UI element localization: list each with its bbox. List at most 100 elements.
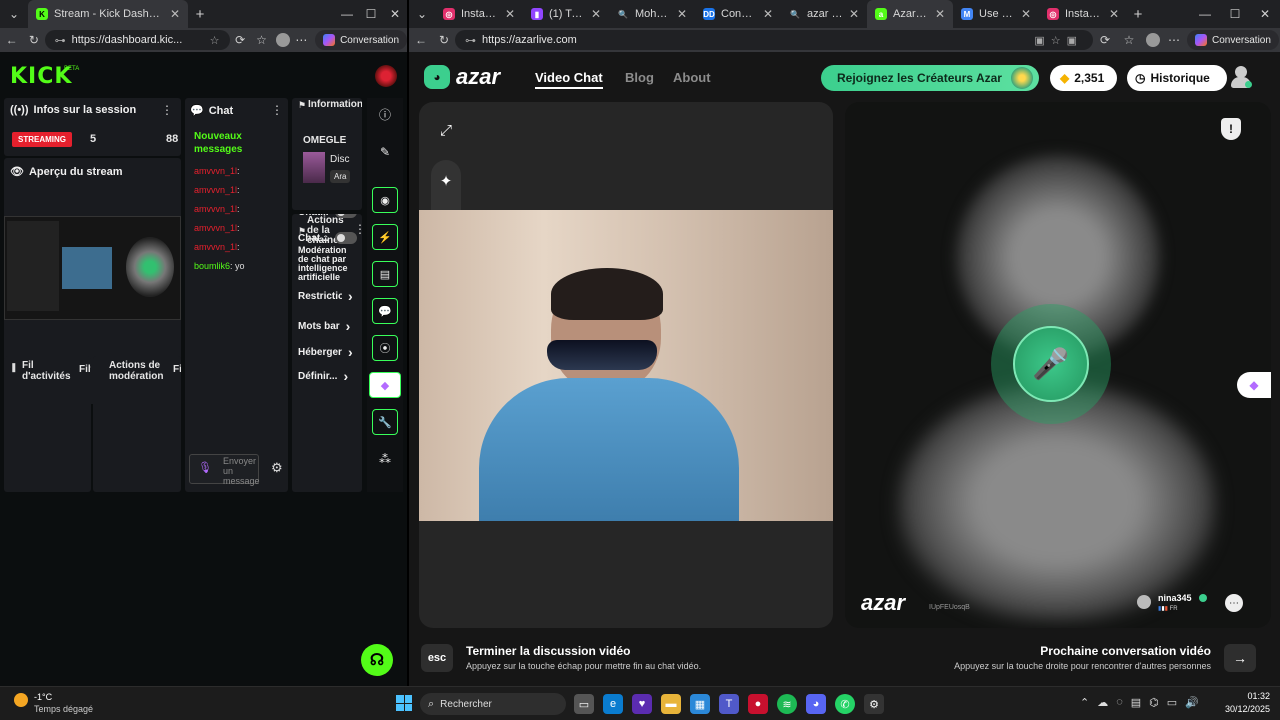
maximize-icon[interactable]: ☐ <box>359 7 383 21</box>
chat-username[interactable]: amvvvn_1l <box>194 242 237 252</box>
windows-start-icon[interactable] <box>396 695 412 711</box>
taskbar-search[interactable]: ⌕ Rechercher <box>420 693 566 715</box>
recorder-icon[interactable]: ● <box>748 694 768 714</box>
sparkle-effects-icon[interactable]: ✦ <box>431 166 461 196</box>
chat-username[interactable]: amvvvn_1l <box>194 223 237 233</box>
azar-brand[interactable]: azar <box>456 64 500 90</box>
store-icon[interactable]: ▦ <box>690 694 710 714</box>
tray-network-icon[interactable]: ⌬ <box>1149 696 1159 709</box>
teams-icon[interactable]: T <box>719 694 739 714</box>
settings-app-icon[interactable]: ⚙ <box>864 694 884 714</box>
chat-username[interactable]: amvvvn_1l <box>194 185 237 195</box>
user-avatar[interactable] <box>375 65 397 87</box>
address-actions-icon[interactable]: ▣☆▣ <box>1034 34 1083 47</box>
tray-volume-icon[interactable]: 🔊 <box>1185 696 1199 709</box>
gems-button[interactable]: ◆ 2,351 <box>1050 65 1117 91</box>
toggle-switch[interactable] <box>334 214 357 218</box>
account-avatar[interactable] <box>1230 66 1252 90</box>
nav-blog[interactable]: Blog <box>625 70 654 85</box>
right-minimize-icon[interactable]: — <box>1190 7 1220 21</box>
close-tab-icon[interactable]: ✕ <box>849 7 859 21</box>
azar-extension-icon[interactable]: ◆ <box>369 372 401 398</box>
edge-icon[interactable]: e <box>603 694 623 714</box>
conversation-button[interactable]: Conversation <box>315 30 407 50</box>
task-view-icon[interactable]: ▭ <box>574 694 594 714</box>
tab-8[interactable]: ◎ Instagram ✕ <box>1039 0 1127 28</box>
right-tab-list-icon[interactable]: ⌄ <box>409 7 435 21</box>
close-tab-icon[interactable]: ✕ <box>1109 7 1119 21</box>
broadcast-rail-icon[interactable]: ⦿ <box>372 335 398 361</box>
expand-icon[interactable]: ⤢ <box>431 115 461 145</box>
right-conversation-button[interactable]: Conversation <box>1187 30 1279 50</box>
right-back-icon[interactable]: ← <box>409 33 433 47</box>
document-icon[interactable]: ▤ <box>372 261 398 287</box>
channel-action-item[interactable]: Restrictio › <box>298 288 353 304</box>
chat-message-icon[interactable]: ⋯ <box>1225 594 1243 612</box>
purple-app-icon[interactable]: ♥ <box>632 694 652 714</box>
tab-7[interactable]: M Use OTP To P ✕ <box>953 0 1039 28</box>
support-button[interactable]: ☊ <box>361 644 393 676</box>
edit-pencil-icon[interactable]: ✎ <box>372 139 398 165</box>
weather-description[interactable]: Temps dégagé <box>34 704 93 714</box>
tray-app-icon[interactable]: ▤ <box>1131 696 1141 709</box>
new-messages-label[interactable]: Nouveaux messages <box>194 130 264 156</box>
chat-input[interactable]: 🎙 Envoyer un message <box>189 454 260 486</box>
weather-temp[interactable]: -1°C <box>34 692 52 702</box>
nav-video-chat[interactable]: Video Chat <box>535 70 603 89</box>
minimize-icon[interactable]: — <box>335 7 359 21</box>
right-profile-avatar[interactable] <box>1141 33 1165 47</box>
favorite-star-icon[interactable]: ☆ <box>210 34 220 47</box>
address-bar[interactable]: ⊶ https://dashboard.kic... ☆ <box>44 30 230 50</box>
file-explorer-icon[interactable]: ▬ <box>661 694 681 714</box>
tab-5[interactable]: 🔍 azar - Recher ✕ <box>781 0 867 28</box>
channel-action-item[interactable]: Chat... <box>298 232 357 244</box>
discord-icon[interactable]: ◕ <box>806 694 826 714</box>
channel-action-item[interactable]: Chat... <box>298 214 357 218</box>
right-site-info-icon[interactable]: ⊶ <box>465 34 476 47</box>
right-new-tab-icon[interactable]: + <box>1127 6 1149 23</box>
side-extension-tab-icon[interactable]: ◆ <box>1237 372 1271 398</box>
tab-2[interactable]: ▮ (1) Twitch ✕ <box>523 0 609 28</box>
clock-time[interactable]: 01:32 <box>1214 691 1270 701</box>
tray-cloud-icon[interactable]: ☁ <box>1097 696 1108 709</box>
channel-action-item[interactable]: Héberger une › <box>298 344 353 360</box>
tab-3[interactable]: 🔍 Mohamed Ra ✕ <box>609 0 695 28</box>
profile-avatar[interactable] <box>272 33 293 47</box>
favorites-icon[interactable]: ☆ <box>251 33 272 47</box>
stream-preview-thumbnail[interactable] <box>4 216 181 320</box>
close-tab-icon[interactable]: ✕ <box>677 7 687 21</box>
close-tab-icon[interactable]: ✕ <box>763 7 773 21</box>
nav-about[interactable]: About <box>673 70 711 85</box>
chat-username[interactable]: boumlik6 <box>194 261 230 271</box>
microphone-icon[interactable]: 🎙 <box>198 461 212 474</box>
back-icon[interactable]: ← <box>0 33 23 47</box>
tray-overflow-icon[interactable]: ⌃ <box>1080 696 1089 709</box>
close-tab-icon[interactable]: ✕ <box>505 7 515 21</box>
new-tab-icon[interactable]: + <box>188 6 212 23</box>
next-arrow-button[interactable]: → <box>1224 644 1256 672</box>
right-favorites-icon[interactable]: ☆ <box>1117 33 1141 47</box>
site-info-icon[interactable]: ⊶ <box>55 34 66 47</box>
chat-menu-icon[interactable]: ⋮ <box>271 103 283 117</box>
close-tab-icon[interactable]: ✕ <box>170 7 180 21</box>
moderation-filter[interactable]: Fil <box>173 364 181 375</box>
close-tab-icon[interactable]: ✕ <box>1021 7 1031 21</box>
esc-key-badge[interactable]: esc <box>421 644 453 672</box>
weather-sun-icon[interactable] <box>14 693 28 707</box>
tab-6[interactable]: a Azar : Ch ✕ <box>867 0 953 28</box>
history-button[interactable]: ◷ Historique <box>1127 65 1227 91</box>
close-tab-icon[interactable]: ✕ <box>935 7 945 21</box>
right-address-bar[interactable]: ⊶ https://azarlive.com ▣☆▣ <box>455 30 1093 50</box>
toggle-switch[interactable] <box>334 232 357 244</box>
chat-bubble-icon[interactable]: 💬 <box>372 298 398 324</box>
lightning-icon[interactable]: ⚡ <box>372 224 398 250</box>
end-chat-title[interactable]: Terminer la discussion vidéo <box>466 644 631 658</box>
extensions-icon[interactable]: ⟳ <box>230 33 251 47</box>
tab-kick-dashboard[interactable]: K Stream - Kick Dashboard ✕ <box>28 0 188 28</box>
clock-date[interactable]: 30/12/2025 <box>1214 704 1270 714</box>
tray-sync-icon[interactable]: ◌ <box>1116 696 1123 709</box>
close-tab-icon[interactable]: ✕ <box>591 7 601 21</box>
right-maximize-icon[interactable]: ☐ <box>1220 7 1250 21</box>
right-more-icon[interactable]: ⋯ <box>1165 33 1183 47</box>
next-chat-title[interactable]: Prochaine conversation vidéo <box>949 644 1211 658</box>
